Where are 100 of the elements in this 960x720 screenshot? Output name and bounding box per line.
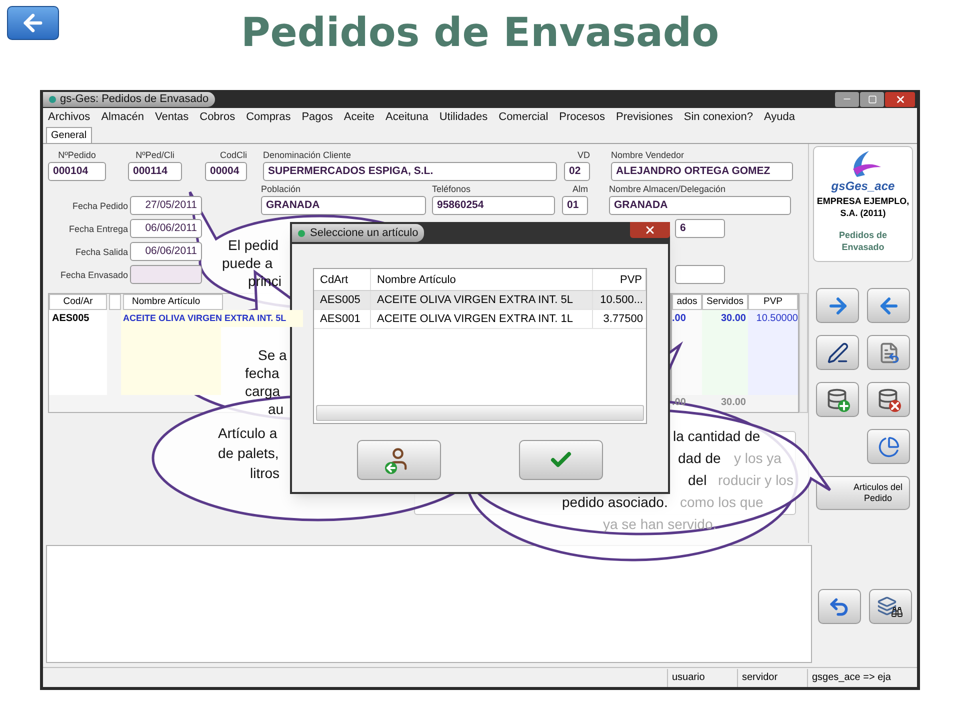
menu-item[interactable]: Cobros	[200, 109, 236, 126]
callout-text: au	[268, 400, 284, 418]
edit-button[interactable]	[816, 335, 859, 370]
close-icon	[644, 224, 656, 236]
callout-text: ya se han servido.	[603, 515, 717, 533]
text-field[interactable]: ALEJANDRO ORTEGA GOMEZ	[611, 162, 793, 181]
close-button[interactable]	[630, 222, 670, 238]
add-record-button[interactable]	[816, 382, 859, 417]
back-button[interactable]	[7, 6, 59, 40]
chart-button[interactable]	[867, 429, 910, 464]
text-field[interactable]: 000114	[128, 162, 182, 181]
menu-item[interactable]: Procesos	[559, 109, 605, 126]
text-field[interactable]: 01	[562, 196, 588, 215]
callout-text: dad de	[678, 449, 721, 467]
menu-item[interactable]: Compras	[246, 109, 291, 126]
callout-text: de palets,	[218, 444, 279, 462]
table-cell: ACEITE OLIVA VIRGEN EXTRA INT. 1L	[371, 310, 593, 328]
callout-text: carga	[245, 382, 280, 400]
text-field[interactable]: 6	[675, 219, 725, 238]
table-row[interactable]: AES005 ACEITE OLIVA VIRGEN EXTRA INT. 5L 10.500...	[314, 291, 646, 310]
forward-button[interactable]	[816, 288, 859, 323]
text-field[interactable]: SUPERMERCADOS ESPIGA, S.L.	[263, 162, 557, 181]
close-button[interactable]	[885, 92, 915, 106]
table-cell: .00	[672, 310, 702, 327]
company-name: EMPRESA EJEMPLO, S.A. (2011)	[816, 195, 910, 219]
field-label: Teléfonos	[432, 183, 471, 196]
slide-title: Pedidos de Envasado	[240, 9, 720, 58]
callout-text: Se a	[258, 346, 287, 364]
back-button[interactable]	[357, 440, 441, 480]
maximize-icon	[868, 94, 876, 104]
callout-text: pedido asociado.	[562, 493, 668, 511]
maximize-button[interactable]	[860, 92, 884, 106]
text-field[interactable]: 27/05/2011	[130, 196, 202, 215]
column-header: Nombre Artículo	[123, 294, 223, 310]
menu-item[interactable]: Aceituna	[386, 109, 428, 126]
table-cell: ACEITE OLIVA VIRGEN EXTRA INT. 5L	[121, 310, 303, 327]
menu-item[interactable]: Sin conexion?	[684, 109, 753, 126]
callout-text: puede a	[222, 254, 273, 272]
menu-item[interactable]: Archivos	[48, 109, 90, 126]
window-title: gs-Ges: Pedidos de Envasado	[43, 92, 215, 106]
search-windows-button[interactable]	[868, 589, 912, 624]
column-header: Cod/Ar	[49, 294, 107, 310]
field-label: Fecha Entrega	[68, 222, 128, 236]
text-field[interactable]	[675, 265, 725, 284]
table-cell: AES001	[314, 310, 371, 328]
table-row[interactable]: AES001 ACEITE OLIVA VIRGEN EXTRA INT. 1L 3.77500	[314, 310, 646, 329]
field-label: Nombre Vendedor	[611, 149, 684, 162]
field-label: NºPed/Cli	[136, 149, 174, 162]
field-label: Fecha Pedido	[72, 200, 128, 212]
table-cell: 30.00	[702, 310, 748, 327]
callout-text: como los que	[680, 493, 764, 511]
field-label: Fecha Envasado	[60, 268, 128, 282]
menu-item[interactable]: Comercial	[498, 109, 548, 126]
field-label: Denominación Cliente	[263, 149, 352, 162]
menu-item[interactable]: Aceite	[344, 109, 374, 126]
document-undo-button[interactable]	[867, 335, 910, 370]
text-field[interactable]: 02	[564, 162, 590, 181]
text-field[interactable]: 95860254	[432, 196, 555, 215]
column-header: PVP	[748, 294, 798, 310]
table-cell-text: 10.500...	[599, 293, 644, 308]
tab[interactable]: General	[46, 127, 92, 143]
return-button[interactable]	[818, 589, 860, 624]
column-header: Servidos	[702, 294, 748, 310]
database-delete-icon	[876, 388, 900, 412]
text-field[interactable]: 000104	[48, 162, 106, 181]
scrollbar[interactable]	[799, 293, 808, 413]
column-header: Nombre Artículo	[371, 269, 593, 290]
callout-text: roducir y los	[718, 471, 794, 489]
column-header: CdArt	[314, 269, 371, 290]
table-cell-text: 3.77500	[602, 312, 644, 327]
close-icon	[894, 94, 906, 104]
confirm-button[interactable]	[519, 440, 603, 480]
menu-item[interactable]: Previsiones	[616, 109, 673, 126]
text-field[interactable]: GRANADA	[261, 196, 426, 215]
total-cell-text: .00	[672, 396, 687, 410]
menu-item[interactable]: Pagos	[302, 109, 333, 126]
field-label: Alm	[572, 183, 588, 196]
text-field[interactable]: GRANADA	[609, 196, 791, 215]
table-cell: AES005	[314, 291, 371, 309]
dialog-title: Seleccione un artículo	[292, 224, 424, 242]
menu-item[interactable]: Ventas	[154, 109, 189, 126]
field-label: NºPedido	[58, 149, 96, 162]
menu-item[interactable]: Almacén	[101, 109, 144, 126]
windows-binoculars-icon	[877, 596, 903, 618]
menu-item[interactable]: Utilidades	[439, 109, 488, 126]
text-field[interactable]	[130, 265, 202, 284]
menu-item[interactable]: Ayuda	[764, 109, 795, 126]
delete-record-button[interactable]	[867, 382, 910, 417]
horizontal-scrollbar[interactable]	[316, 405, 644, 421]
back-nav-button[interactable]	[867, 288, 910, 323]
callout-text: la cantidad de	[673, 427, 760, 445]
minimize-button[interactable]	[835, 92, 859, 106]
text-field[interactable]: 06/06/2011	[130, 219, 202, 238]
callout-text: litros	[250, 464, 280, 482]
field-label: Fecha Salida	[75, 246, 128, 258]
text-field[interactable]: 00004	[205, 162, 247, 181]
text-field[interactable]: 06/06/2011	[130, 242, 202, 261]
return-arrow-icon	[828, 596, 850, 618]
articles-button[interactable]: Articulos del Pedido	[816, 476, 910, 510]
status-bar-item: usuario	[667, 668, 737, 686]
